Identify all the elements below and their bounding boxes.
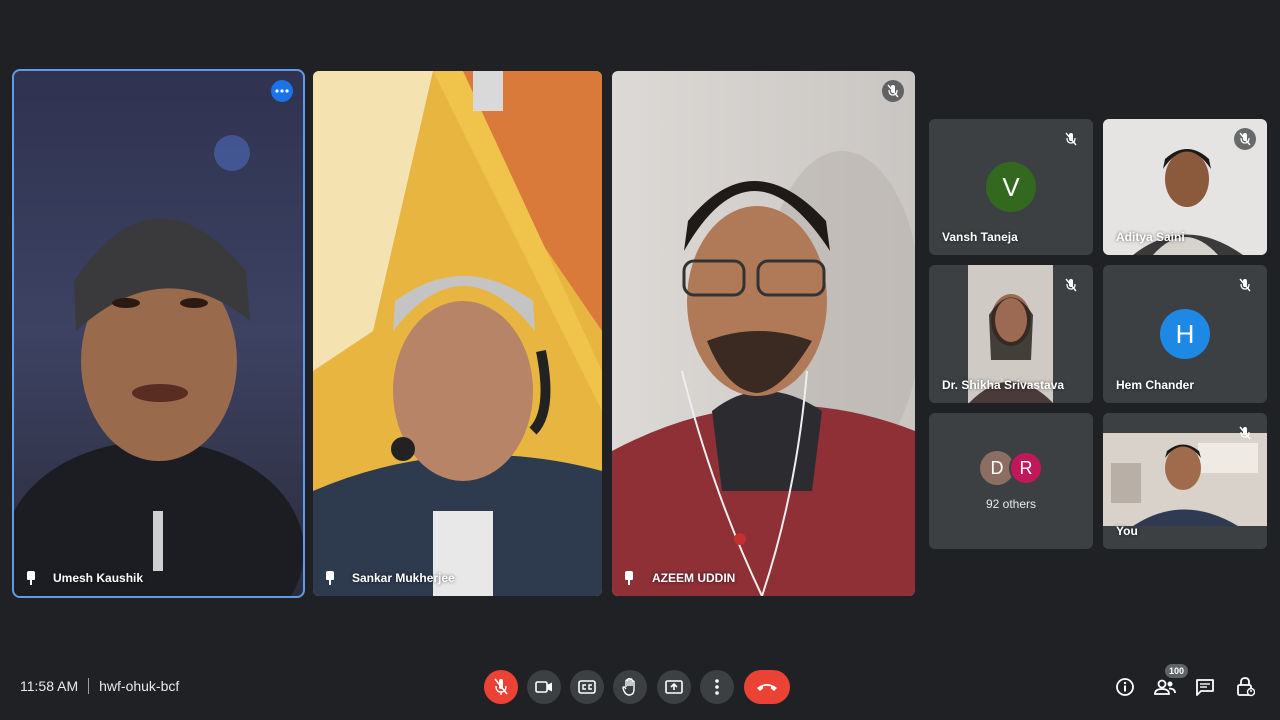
host-controls-button[interactable]	[1234, 675, 1258, 699]
muted-mic-icon	[1060, 128, 1082, 150]
muted-mic-icon	[1234, 274, 1256, 296]
hand-icon	[622, 678, 635, 696]
video-feed	[14, 71, 303, 596]
people-button[interactable]	[1153, 675, 1177, 699]
tile-aditya-saini[interactable]: Aditya Saini	[1103, 119, 1267, 255]
pin-icon[interactable]	[26, 571, 36, 585]
lock-person-icon	[1237, 677, 1255, 697]
muted-mic-icon	[1060, 274, 1082, 296]
tile-hem-chander[interactable]: H Hem Chander	[1103, 265, 1267, 403]
meeting-details: 11:58 AM hwf-ohuk-bcf	[20, 678, 179, 694]
muted-mic-icon	[1234, 128, 1256, 150]
video-tile-azeem-uddin[interactable]: AZEEM UDDIN	[612, 71, 915, 596]
more-vert-icon	[715, 679, 719, 695]
muted-mic-icon	[882, 80, 904, 102]
people-icon	[1154, 679, 1176, 695]
phone-hangup-icon	[757, 684, 777, 691]
present-icon	[665, 680, 683, 694]
bottom-bar: 11:58 AM hwf-ohuk-bcf	[0, 660, 1280, 712]
captions-button[interactable]	[570, 670, 604, 704]
pin-icon[interactable]	[624, 571, 634, 585]
video-feed	[313, 71, 602, 596]
participant-name: Vansh Taneja	[942, 230, 1018, 244]
tile-others[interactable]: D R 92 others	[929, 413, 1093, 549]
pin-icon[interactable]	[325, 571, 335, 585]
participant-name: AZEEM UDDIN	[652, 571, 736, 585]
leave-call-button[interactable]	[744, 670, 790, 704]
participant-name: Hem Chander	[1116, 378, 1195, 392]
microphone-toggle-button[interactable]	[484, 670, 518, 704]
participant-name: You	[1116, 524, 1138, 538]
participant-name: Dr. Shikha Srivastava	[942, 378, 1065, 392]
tile-dr-shikha-srivastava[interactable]: Dr. Shikha Srivastava	[929, 265, 1093, 403]
chat-icon	[1196, 679, 1214, 696]
chat-button[interactable]	[1193, 675, 1217, 699]
participant-name: Aditya Saini	[1116, 230, 1185, 244]
participant-name: Umesh Kaushik	[53, 571, 144, 585]
more-options-icon[interactable]	[271, 80, 293, 102]
present-screen-button[interactable]	[657, 670, 691, 704]
avatar: R	[1009, 451, 1043, 485]
avatar: H	[1160, 309, 1210, 359]
raise-hand-button[interactable]	[613, 670, 647, 704]
mic-off-icon	[494, 678, 508, 695]
info-icon	[1116, 678, 1134, 696]
closed-captions-icon	[578, 680, 596, 694]
tile-vansh-taneja[interactable]: V Vansh Taneja	[929, 119, 1093, 255]
others-count-label: 92 others	[985, 497, 1037, 511]
meeting-code[interactable]: hwf-ohuk-bcf	[99, 678, 179, 694]
video-feed	[612, 71, 915, 596]
more-options-button[interactable]	[700, 670, 734, 704]
video-tile-sankar-mukherjee[interactable]: Sankar Mukherjee	[313, 71, 602, 596]
participant-name: Sankar Mukherjee	[352, 571, 455, 585]
tile-self-view[interactable]: You	[1103, 413, 1267, 549]
video-camera-icon	[535, 681, 552, 693]
meeting-details-button[interactable]	[1113, 675, 1137, 699]
divider	[88, 678, 90, 694]
people-count-badge: 100	[1165, 664, 1189, 678]
meeting-time: 11:58 AM	[20, 678, 79, 694]
muted-mic-icon	[1234, 422, 1256, 444]
camera-toggle-button[interactable]	[527, 670, 561, 704]
avatar: V	[986, 162, 1036, 212]
video-tile-umesh-kaushik[interactable]: Umesh Kaushik	[12, 69, 305, 598]
